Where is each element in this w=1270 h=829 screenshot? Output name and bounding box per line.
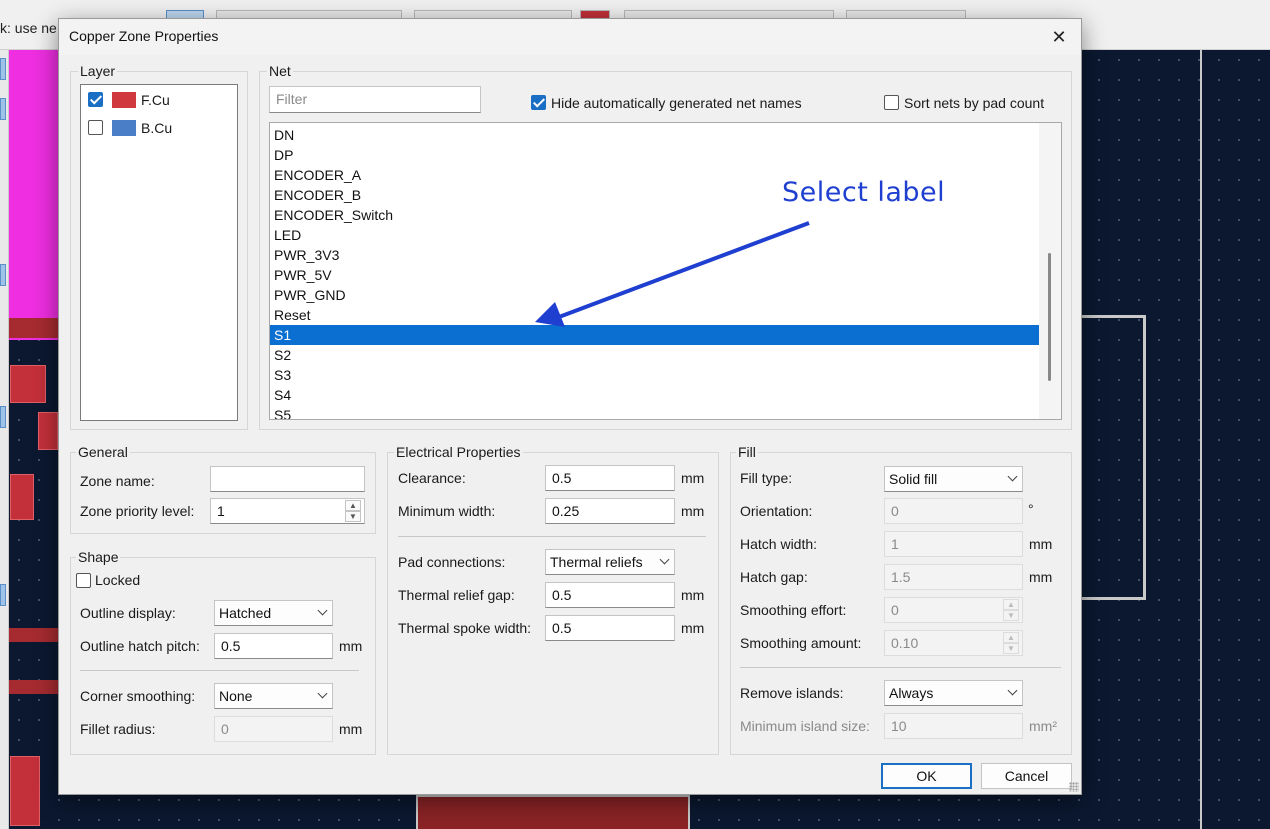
fillet-radius-input[interactable]: 0 [214,716,333,742]
smoothing-amount-label: Smoothing amount: [740,635,862,651]
fill-type-value: Solid fill [889,471,938,487]
spin-up-icon[interactable]: ▲ [345,500,361,511]
left-tool-button[interactable] [0,98,6,120]
spin-down-icon[interactable]: ▼ [1003,610,1019,621]
ok-button[interactable]: OK [881,763,972,789]
corner-smoothing-label: Corner smoothing: [80,688,196,704]
electrical-separator [398,536,706,537]
outline-display-label: Outline display: [80,605,176,621]
thermal-spoke-width-label: Thermal spoke width: [398,620,532,636]
corner-smoothing-value: None [219,688,253,704]
clearance-unit: mm [681,470,705,486]
cancel-button[interactable]: Cancel [981,763,1072,789]
thermal-spoke-width-input[interactable]: 0.5 [545,615,675,641]
electrical-group-title: Electrical Properties [394,444,523,460]
min-width-unit: mm [681,503,705,519]
hatch-gap-input[interactable]: 1.5 [884,564,1023,590]
remove-islands-select[interactable]: Always [884,680,1023,706]
spin-down-icon[interactable]: ▼ [1003,643,1019,654]
fillet-radius-unit: mm [339,721,363,737]
hatch-width-input[interactable]: 1 [884,531,1023,557]
left-tool-button[interactable] [0,584,6,606]
thermal-relief-gap-label: Thermal relief gap: [398,587,515,603]
zone-name-input[interactable] [210,466,365,492]
smoothing-effort-value: 0 [891,602,899,618]
fill-type-label: Fill type: [740,470,793,486]
min-island-size-input[interactable]: 10 [884,713,1023,739]
hatch-pitch-input[interactable]: 0.5 [214,633,333,659]
thermal-relief-gap-unit: mm [681,587,705,603]
chevron-down-icon [1007,685,1018,696]
min-width-input[interactable]: 0.25 [545,498,675,524]
zone-priority-label: Zone priority level: [80,503,195,519]
fillet-radius-label: Fillet radius: [80,721,156,737]
general-group-title: General [76,444,130,460]
orientation-input[interactable]: 0 [884,498,1023,524]
thermal-relief-gap-input[interactable]: 0.5 [545,582,675,608]
pad-connections-label: Pad connections: [398,554,506,570]
hatch-gap-label: Hatch gap: [740,569,808,585]
fill-type-select[interactable]: Solid fill [884,466,1023,492]
pcb-pad [10,474,34,520]
left-tool-button[interactable] [0,406,6,428]
min-island-size-unit: mm² [1029,718,1057,734]
fill-group-title: Fill [736,444,758,460]
min-width-label: Minimum width: [398,503,496,519]
board-outline [1080,315,1146,600]
locked-label: Locked [95,572,141,588]
hatch-pitch-label: Outline hatch pitch: [80,638,200,654]
zone-priority-input[interactable]: 1 ▲ ▼ [210,498,365,524]
clearance-input[interactable]: 0.5 [545,465,675,491]
chevron-down-icon [317,688,328,699]
pcb-trace [9,680,58,694]
outline-display-select[interactable]: Hatched [214,600,333,626]
thermal-spoke-width-unit: mm [681,620,705,636]
hatch-pitch-unit: mm [339,638,363,654]
pcb-trace [9,628,58,642]
hatch-gap-unit: mm [1029,569,1053,585]
pcb-pad [10,365,46,403]
zone-name-label: Zone name: [80,473,155,489]
smoothing-effort-label: Smoothing effort: [740,602,847,618]
pcb-component [416,795,690,829]
left-tool-button[interactable] [0,58,6,80]
pcb-pad [38,412,58,450]
chevron-down-icon [317,605,328,616]
smoothing-effort-input[interactable]: 0 ▲ ▼ [884,597,1023,623]
board-edge-line [1200,50,1202,829]
smoothing-amount-input[interactable]: 0.10 ▲ ▼ [884,630,1023,656]
remove-islands-value: Always [889,685,934,701]
smoothing-amount-value: 0.10 [891,635,919,651]
remove-islands-label: Remove islands: [740,685,844,701]
left-tool-button[interactable] [0,264,6,286]
chevron-down-icon [659,554,670,565]
orientation-unit: ° [1028,501,1034,517]
shape-group-title: Shape [76,549,121,565]
pad-connections-value: Thermal reliefs [550,554,643,570]
hatch-width-unit: mm [1029,536,1053,552]
pad-connections-select[interactable]: Thermal reliefs [545,549,675,575]
min-island-size-label: Minimum island size: [740,718,870,734]
hatch-width-label: Hatch width: [740,536,818,552]
copper-zone-dialog: Copper Zone Properties ✕ Layer F.Cu B.Cu… [58,18,1082,795]
locked-checkbox[interactable] [76,573,91,588]
spin-down-icon[interactable]: ▼ [345,511,361,522]
outline-display-value: Hatched [219,605,272,621]
zone-priority-value: 1 [217,503,225,519]
fill-separator [740,667,1061,668]
clearance-label: Clearance: [398,470,466,486]
shape-separator [80,670,359,671]
pcb-zone-fill [9,50,59,340]
resize-grip[interactable] [1069,782,1079,792]
corner-smoothing-select[interactable]: None [214,683,333,709]
spin-up-icon[interactable]: ▲ [1003,599,1019,610]
status-hint: k: use ne [0,20,57,36]
orientation-label: Orientation: [740,503,813,519]
chevron-down-icon [1007,471,1018,482]
spin-up-icon[interactable]: ▲ [1003,632,1019,643]
pcb-trace [9,318,58,338]
left-toolbar [0,50,9,829]
pcb-pad [10,756,40,826]
